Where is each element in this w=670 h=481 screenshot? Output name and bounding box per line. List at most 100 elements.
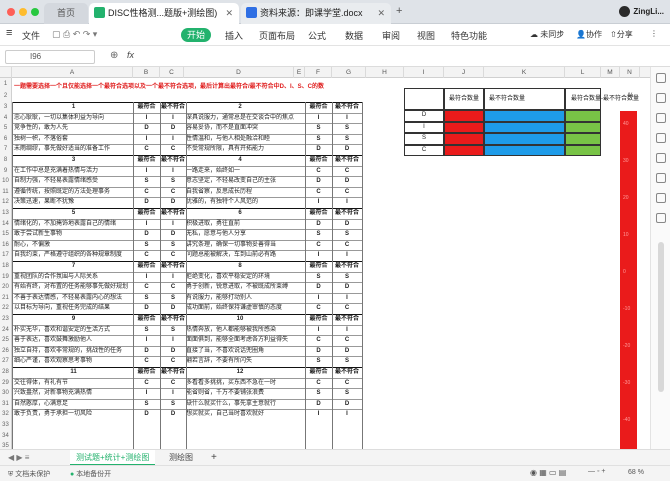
statement-cell[interactable]: 缺什么就买什么，事先拿主意就行 xyxy=(186,399,294,409)
toolbar-quick-icons[interactable]: ▢ ⎙ ↶ ↷ ▾ xyxy=(52,29,97,40)
answer-cell[interactable]: I xyxy=(160,272,186,282)
answer-cell[interactable]: C xyxy=(160,144,186,154)
user-account[interactable]: ZingLi... xyxy=(619,6,664,17)
answer-cell[interactable]: I xyxy=(160,113,186,123)
summary-least-cell[interactable] xyxy=(484,121,565,134)
sidebar-style-icon[interactable] xyxy=(656,93,666,103)
statement-cell[interactable]: 意志坚定，不轻易改变自己的主张 xyxy=(186,176,294,186)
answer-cell[interactable]: S xyxy=(332,123,362,133)
answer-cell[interactable]: D xyxy=(332,399,362,409)
answer-cell[interactable]: I xyxy=(133,219,160,229)
statement-cell[interactable]: 一路走来，始终如一 xyxy=(186,166,294,176)
row-header[interactable]: 7 xyxy=(0,144,12,155)
statement-cell[interactable]: 自然憨厚，心满意足 xyxy=(14,399,132,409)
column-header-A[interactable]: A xyxy=(12,67,133,78)
corner-cell[interactable] xyxy=(0,67,12,78)
summary-most-cell[interactable] xyxy=(444,133,484,145)
menu-insert[interactable]: 插入 xyxy=(225,29,243,42)
summary-diff-cell[interactable] xyxy=(565,133,601,145)
answer-cell[interactable]: I xyxy=(305,113,332,123)
backup-status[interactable]: ● 本地备份开 xyxy=(70,469,111,479)
statement-cell[interactable]: 拒绝变化，喜欢平稳安定的环境 xyxy=(186,272,294,282)
statement-cell[interactable]: 独树一帜，不落俗套 xyxy=(14,134,132,144)
answer-cell[interactable]: D xyxy=(133,123,160,133)
column-header-L[interactable]: L xyxy=(565,67,601,78)
answer-cell[interactable]: C xyxy=(160,250,186,260)
menu-review[interactable]: 审阅 xyxy=(382,29,400,42)
answer-cell[interactable]: S xyxy=(332,388,362,398)
doc-protect-status[interactable]: ⛨ 文档未保护 xyxy=(8,469,50,479)
statement-cell[interactable]: 直接了当，不喜欢说话兜圈角 xyxy=(186,346,294,356)
answer-cell[interactable]: D xyxy=(160,123,186,133)
statement-cell[interactable]: 未雨绸缪，事先做好适当的准备工作 xyxy=(14,144,132,154)
row-header[interactable]: 15 xyxy=(0,229,12,240)
answer-cell[interactable]: D xyxy=(305,144,332,154)
answer-cell[interactable]: C xyxy=(332,378,362,388)
answer-cell[interactable]: C xyxy=(133,144,160,154)
statement-cell[interactable]: 优雅的，有独特个人风范的 xyxy=(186,197,294,207)
row-header[interactable]: 19 xyxy=(0,271,12,283)
answer-cell[interactable]: D xyxy=(133,229,160,239)
statement-cell[interactable]: 有说服力，能够打动别人 xyxy=(186,293,294,303)
statement-cell[interactable]: 多看看多挑挑，买东西不急在一时 xyxy=(186,378,294,388)
summary-most-cell[interactable] xyxy=(444,144,484,157)
summary-diff-cell[interactable] xyxy=(565,144,601,157)
answer-cell[interactable]: D xyxy=(160,409,186,419)
column-header-I[interactable]: I xyxy=(404,67,444,78)
answer-cell[interactable]: C xyxy=(160,282,186,292)
answer-cell[interactable]: D xyxy=(160,229,186,239)
row-header[interactable]: 27 xyxy=(0,356,12,367)
answer-cell[interactable]: S xyxy=(133,325,160,335)
row-header[interactable]: 8 xyxy=(0,155,12,166)
fx-icon[interactable]: fx xyxy=(127,50,134,60)
answer-cell[interactable]: S xyxy=(160,325,186,335)
statement-cell[interactable]: 性情温和，与他人相处融洽和睦 xyxy=(186,134,294,144)
row-header[interactable]: 17 xyxy=(0,250,12,261)
answer-cell[interactable]: I xyxy=(332,293,362,303)
answer-cell[interactable]: D xyxy=(305,219,332,229)
row-header[interactable]: 14 xyxy=(0,218,12,230)
summary-diff-cell[interactable] xyxy=(565,121,601,134)
answer-cell[interactable]: I xyxy=(160,134,186,144)
sheet-tab-chart[interactable]: 测绘图 xyxy=(163,450,199,466)
answer-cell[interactable]: C xyxy=(133,356,160,366)
answer-cell[interactable]: D xyxy=(332,282,362,292)
column-header-M[interactable]: M xyxy=(601,67,620,78)
row-header[interactable]: 30 xyxy=(0,388,12,399)
column-header-B[interactable]: B xyxy=(133,67,160,78)
close-window-button[interactable] xyxy=(7,8,15,16)
sidebar-select-icon[interactable] xyxy=(656,73,666,83)
answer-cell[interactable]: I xyxy=(305,409,332,419)
sidebar-backup-icon[interactable] xyxy=(656,173,666,183)
answer-cell[interactable]: S xyxy=(305,123,332,133)
sidebar-filter-icon[interactable] xyxy=(656,113,666,123)
answer-cell[interactable]: I xyxy=(332,113,362,123)
answer-cell[interactable]: D xyxy=(160,303,186,313)
statement-cell[interactable]: 积极进取，勇往直前 xyxy=(186,219,294,229)
answer-cell[interactable]: S xyxy=(332,134,362,144)
summary-least-cell[interactable] xyxy=(484,144,565,157)
answer-cell[interactable]: I xyxy=(160,219,186,229)
row-header[interactable]: 10 xyxy=(0,176,12,187)
hamburger-icon[interactable]: ≡ xyxy=(6,27,12,39)
menu-data[interactable]: 数据 xyxy=(345,29,363,42)
answer-cell[interactable]: D xyxy=(305,399,332,409)
answer-cell[interactable]: I xyxy=(160,388,186,398)
answer-cell[interactable]: I xyxy=(133,113,160,123)
answer-cell[interactable]: S xyxy=(305,356,332,366)
statement-cell[interactable]: 情绪化的，不加掩饰地表露自己的情绪 xyxy=(14,219,132,229)
summary-least-cell[interactable] xyxy=(484,133,565,145)
summary-most-cell[interactable] xyxy=(444,121,484,134)
answer-cell[interactable]: C xyxy=(160,356,186,366)
row-header[interactable]: 33 xyxy=(0,420,12,431)
vertical-scrollbar[interactable] xyxy=(658,242,664,392)
statement-cell[interactable]: 在工作中总是充满着热情与活力 xyxy=(14,166,132,176)
statement-cell[interactable]: 重视团队的合作氛围与人际关系 xyxy=(14,272,132,282)
column-header-N[interactable]: N xyxy=(620,67,640,78)
answer-cell[interactable]: I xyxy=(305,197,332,207)
row-header[interactable]: 13 xyxy=(0,208,12,219)
answer-cell[interactable]: C xyxy=(305,240,332,250)
row-header[interactable]: 11 xyxy=(0,186,12,198)
statement-cell[interactable]: 自我省察，反思成长历程 xyxy=(186,187,294,197)
answer-cell[interactable]: S xyxy=(133,176,160,186)
